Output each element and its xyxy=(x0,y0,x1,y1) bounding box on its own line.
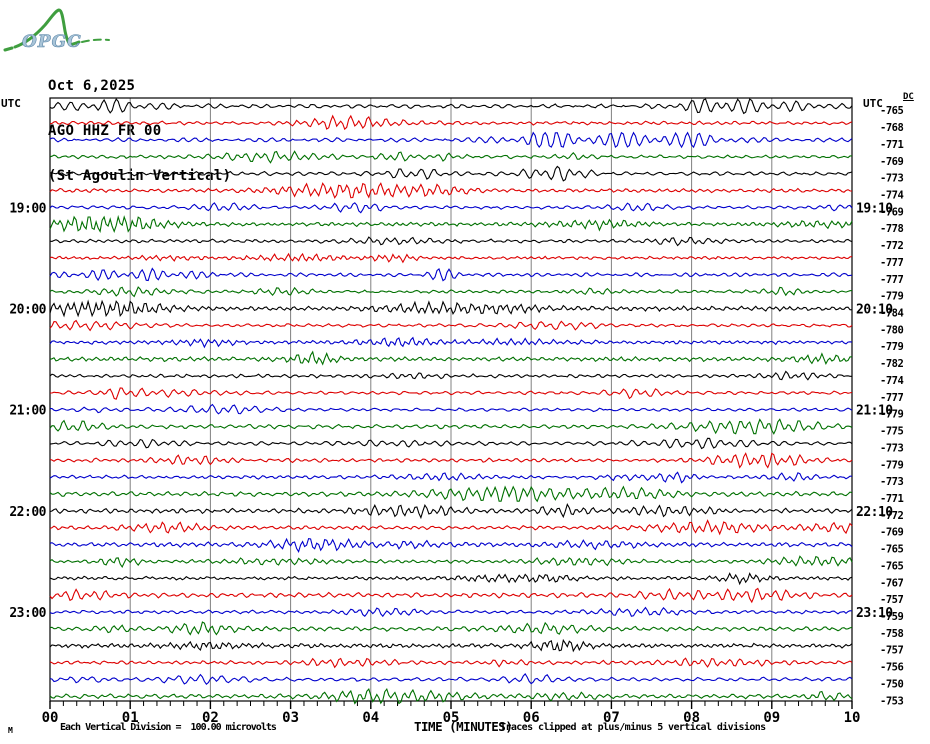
x-tick-label: 10 xyxy=(844,710,861,726)
scale-note: Each Vertical Division = 100.00 microvol… xyxy=(60,722,277,733)
row-dc-value: -756 xyxy=(880,662,903,674)
row-dc-value: -784 xyxy=(880,308,903,320)
row-dc-value: -765 xyxy=(880,105,903,117)
row-dc-value: -757 xyxy=(880,645,903,657)
row-dc-value: -774 xyxy=(880,190,903,202)
x-tick-label: 00 xyxy=(42,710,59,726)
corner-mark: M xyxy=(8,726,13,735)
row-dc-value: -769 xyxy=(880,156,903,168)
row-dc-value: -757 xyxy=(880,594,903,606)
seismogram-plot: 00 01 02 03 04 05 06 07 08 09 10-765-768-771-769-7… xyxy=(9,97,904,726)
row-dc-value: -759 xyxy=(880,611,903,623)
row-dc-value: -768 xyxy=(880,122,903,134)
row-time-label-left: 19:00 xyxy=(9,201,46,216)
row-dc-value: -769 xyxy=(880,206,903,218)
row-dc-value: -773 xyxy=(880,476,903,488)
row-dc-value: -773 xyxy=(880,173,903,185)
row-dc-value: -758 xyxy=(880,628,903,640)
row-dc-value: -779 xyxy=(880,341,903,353)
row-dc-value: -750 xyxy=(880,678,903,690)
row-dc-value: -775 xyxy=(880,426,903,438)
row-dc-value: -771 xyxy=(880,139,903,151)
row-dc-value: -769 xyxy=(880,527,903,539)
row-dc-value: -765 xyxy=(880,544,903,556)
row-dc-value: -777 xyxy=(880,392,903,404)
row-dc-value: -774 xyxy=(880,375,903,387)
x-tick-label: 04 xyxy=(362,710,379,726)
clip-note: Traces clipped at plus/minus 5 vertical … xyxy=(500,722,766,733)
row-dc-value: -778 xyxy=(880,223,903,235)
row-dc-value: -782 xyxy=(880,358,903,370)
row-dc-value: -753 xyxy=(880,695,903,707)
helicorder-page: OPGC Oct 6,2025 AGO HHZ FR 00 (St Agouli… xyxy=(0,0,930,744)
row-dc-value: -779 xyxy=(880,459,903,471)
row-dc-value: -779 xyxy=(880,409,903,421)
row-dc-value: -777 xyxy=(880,257,903,269)
row-time-label-left: 21:00 xyxy=(9,404,46,419)
row-dc-value: -777 xyxy=(880,274,903,286)
row-dc-value: -772 xyxy=(880,240,903,252)
row-dc-value: -780 xyxy=(880,324,903,336)
x-tick-label: 03 xyxy=(282,710,299,726)
row-dc-value: -779 xyxy=(880,291,903,303)
row-dc-value: -765 xyxy=(880,560,903,572)
row-time-label-left: 20:00 xyxy=(9,303,46,318)
row-time-label-left: 22:00 xyxy=(9,505,46,520)
x-axis-title: TIME (MINUTES) xyxy=(414,719,513,734)
row-dc-value: -767 xyxy=(880,577,903,589)
row-dc-value: -771 xyxy=(880,493,903,505)
row-dc-value: -772 xyxy=(880,510,903,522)
row-time-label-left: 23:00 xyxy=(9,606,46,621)
row-dc-value: -773 xyxy=(880,442,903,454)
